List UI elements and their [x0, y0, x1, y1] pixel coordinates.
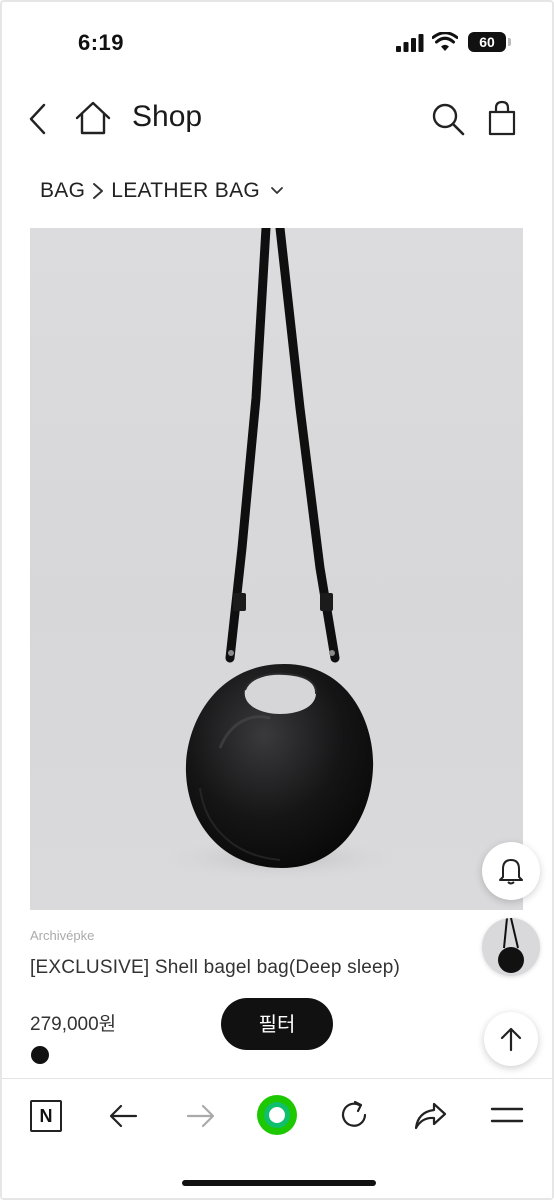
arrow-up-icon [500, 1027, 522, 1052]
color-swatch[interactable] [31, 1046, 49, 1064]
product-price: 279,000원 [30, 1014, 117, 1035]
notification-button[interactable] [482, 842, 540, 900]
browser-forward-icon[interactable] [184, 1100, 216, 1132]
page-title: Shop [132, 100, 203, 133]
status-time: 6:19 [78, 30, 125, 55]
cellular-signal-icon [396, 34, 424, 52]
bag-thumbnail-image [498, 918, 524, 973]
home-icon[interactable] [74, 100, 112, 136]
recent-item-thumbnail[interactable] [482, 918, 540, 976]
search-icon[interactable] [430, 102, 466, 136]
product-name[interactable]: [EXCLUSIVE] Shell bagel bag(Deep sleep) [30, 957, 400, 979]
refresh-icon[interactable] [338, 1098, 370, 1132]
share-icon[interactable] [412, 1100, 448, 1132]
browser-back-icon[interactable] [108, 1100, 140, 1132]
wifi-icon [432, 32, 458, 51]
scroll-to-top-button[interactable] [484, 1012, 538, 1066]
menu-icon[interactable] [490, 1102, 524, 1128]
naver-home-icon[interactable]: N [30, 1100, 62, 1132]
filter-button[interactable]: 필터 [221, 998, 333, 1050]
breadcrumb-item-leather-bag[interactable]: LEATHER BAG [111, 179, 260, 203]
chevron-down-icon[interactable] [270, 186, 284, 196]
shopping-bag-icon[interactable] [486, 100, 518, 136]
status-bar: 6:19 60 [0, 28, 554, 60]
app-header: Shop [0, 96, 554, 146]
chevron-right-icon [93, 183, 104, 199]
breadcrumb: BAG LEATHER BAG [40, 176, 284, 206]
green-dot-icon[interactable] [256, 1094, 298, 1136]
product-image[interactable] [30, 228, 523, 910]
bag-illustration [160, 228, 400, 880]
home-indicator [182, 1180, 376, 1186]
back-chevron-icon[interactable] [26, 102, 50, 136]
breadcrumb-item-bag[interactable]: BAG [40, 179, 85, 203]
product-brand[interactable]: Archivépke [30, 928, 94, 943]
battery-icon: 60 [468, 32, 511, 52]
bell-icon [499, 859, 523, 885]
